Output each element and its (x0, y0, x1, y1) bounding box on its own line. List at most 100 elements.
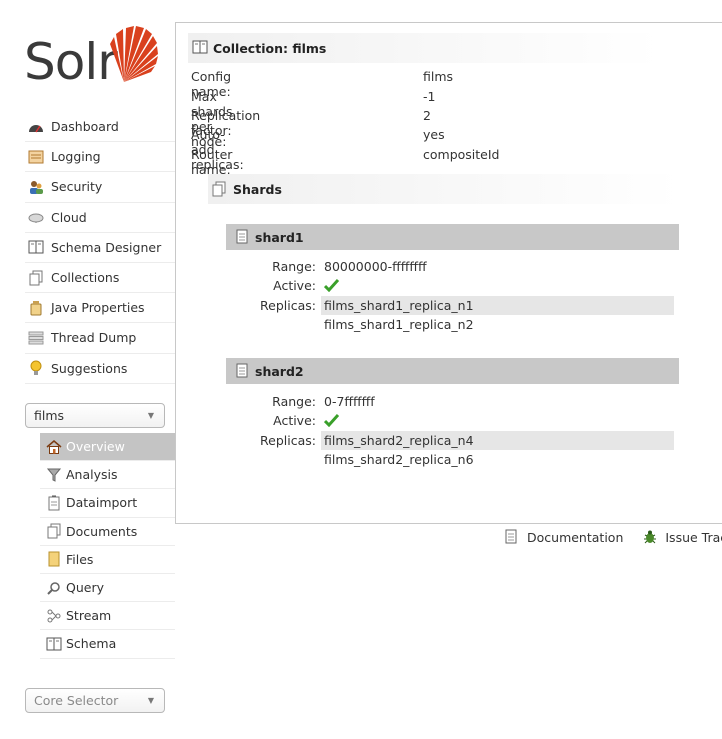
cloud-icon (27, 209, 45, 225)
collections-icon (212, 181, 228, 197)
subnav-item-label: Documents (66, 523, 138, 539)
active-label: Active: (273, 413, 316, 428)
subnav-item-label: Files (66, 551, 94, 567)
footer: Documentation Issue Tracker (505, 529, 722, 545)
subnav-item-label: Schema (66, 636, 117, 652)
shard-header[interactable]: shard1 (226, 224, 679, 250)
replica-item[interactable]: films_shard2_replica_n6 (321, 450, 674, 469)
collections-icon (27, 270, 45, 286)
nav-item-logging[interactable]: Logging (25, 142, 175, 173)
range-value: 80000000-ffffffff (324, 259, 427, 274)
range-label: Range: (272, 394, 316, 409)
active-label: Active: (273, 278, 316, 293)
java-properties-icon (27, 300, 45, 316)
nav-item-label: Cloud (51, 209, 87, 225)
nav-item-collections[interactable]: Collections (25, 263, 175, 294)
replicas-label: Replicas: (260, 298, 316, 313)
active-check-icon (324, 411, 339, 430)
subnav-item-query[interactable]: Query (40, 574, 175, 603)
document-icon (236, 229, 250, 245)
active-check-icon (324, 276, 339, 295)
stream-icon (46, 608, 62, 624)
replica-item[interactable]: films_shard2_replica_n4 (321, 431, 674, 450)
nav-item-label: Suggestions (51, 360, 128, 376)
subnav-item-label: Overview (66, 439, 125, 455)
subnav-item-overview[interactable]: Overview (40, 433, 175, 462)
nav-item-label: Dashboard (51, 119, 119, 135)
property-value: -1 (423, 89, 436, 104)
sunburst-logo-icon (110, 26, 158, 82)
schema-designer-icon (27, 239, 45, 255)
shard-name: shard2 (255, 363, 304, 379)
range-value: 0-7fffffff (324, 394, 375, 409)
security-icon (27, 179, 45, 195)
shards-header: Shards (208, 174, 680, 204)
nav-item-cloud[interactable]: Cloud (25, 203, 175, 233)
chevron-down-icon: ▼ (147, 411, 154, 420)
subnav-item-label: Query (66, 580, 104, 596)
nav-item-suggestions[interactable]: Suggestions (25, 354, 175, 384)
shard-name: shard1 (255, 229, 304, 245)
solr-logo[interactable]: Solr (24, 20, 159, 90)
property-value: 2 (423, 108, 431, 123)
documentation-link[interactable]: Documentation (505, 529, 623, 545)
folder-icon (46, 551, 62, 567)
logging-icon (27, 149, 45, 165)
document-icon (236, 363, 250, 379)
schema-icon (46, 636, 62, 652)
nav-item-schema-designer[interactable]: Schema Designer (25, 233, 175, 263)
dashboard-icon (27, 119, 45, 135)
nav-item-label: Security (51, 179, 103, 195)
core-selector-placeholder: Core Selector (34, 693, 119, 708)
property-value: films (423, 69, 454, 84)
subnav-item-dataimport[interactable]: Dataimport (40, 489, 175, 518)
nav-item-label: Collections (51, 270, 120, 286)
collection-title: Collection: films (213, 40, 327, 56)
property-key: Router name: (191, 147, 233, 177)
subnav-item-analysis[interactable]: Analysis (40, 461, 175, 490)
thread-dump-icon (27, 330, 45, 346)
replicas-label: Replicas: (260, 433, 316, 448)
nav-item-dashboard[interactable]: Dashboard (25, 112, 175, 143)
nav-item-label: Java Properties (51, 300, 145, 316)
replica-item[interactable]: films_shard1_replica_n1 (321, 296, 674, 315)
main-content: Collection: films Config name: films Max… (175, 22, 722, 524)
suggestions-icon (27, 360, 45, 376)
main-nav: Dashboard Logging Security Cloud Schema … (25, 112, 175, 384)
nav-item-label: Logging (51, 149, 101, 165)
dataimport-icon (46, 495, 62, 511)
collection-select[interactable]: films ▼ (25, 403, 165, 428)
range-label: Range: (272, 259, 316, 274)
chevron-down-icon: ▼ (147, 696, 154, 705)
core-selector[interactable]: Core Selector ▼ (25, 688, 165, 713)
shard-header[interactable]: shard2 (226, 358, 679, 384)
nav-item-label: Thread Dump (51, 330, 137, 346)
subnav-item-files[interactable]: Files (40, 546, 175, 574)
collection-header: Collection: films (188, 33, 660, 63)
subnav-item-label: Dataimport (66, 495, 138, 511)
collection-select-value: films (34, 408, 65, 423)
subnav-item-stream[interactable]: Stream (40, 602, 175, 631)
subnav-item-documents[interactable]: Documents (40, 518, 175, 546)
shards-title: Shards (233, 181, 282, 197)
search-icon (46, 580, 62, 596)
subnav-item-label: Analysis (66, 467, 118, 483)
subnav-item-schema[interactable]: Schema (40, 630, 175, 659)
property-value: compositeId (423, 147, 500, 162)
bug-icon (643, 529, 659, 545)
issue-tracker-label: Issue Tracker (665, 529, 722, 545)
documents-icon (46, 523, 62, 539)
logo-text: Solr (24, 33, 118, 91)
property-value: yes (423, 127, 445, 142)
document-icon (505, 529, 521, 545)
filter-icon (46, 467, 62, 483)
home-icon (46, 439, 62, 455)
nav-item-thread-dump[interactable]: Thread Dump (25, 323, 175, 354)
nav-item-java-properties[interactable]: Java Properties (25, 293, 175, 324)
replica-item[interactable]: films_shard1_replica_n2 (321, 315, 674, 334)
issue-tracker-link[interactable]: Issue Tracker (643, 529, 722, 545)
nav-item-label: Schema Designer (51, 239, 162, 255)
documentation-label: Documentation (527, 529, 624, 545)
nav-item-security[interactable]: Security (25, 172, 175, 203)
collection-subnav: Overview Analysis Dataimport Documents F… (40, 433, 175, 659)
